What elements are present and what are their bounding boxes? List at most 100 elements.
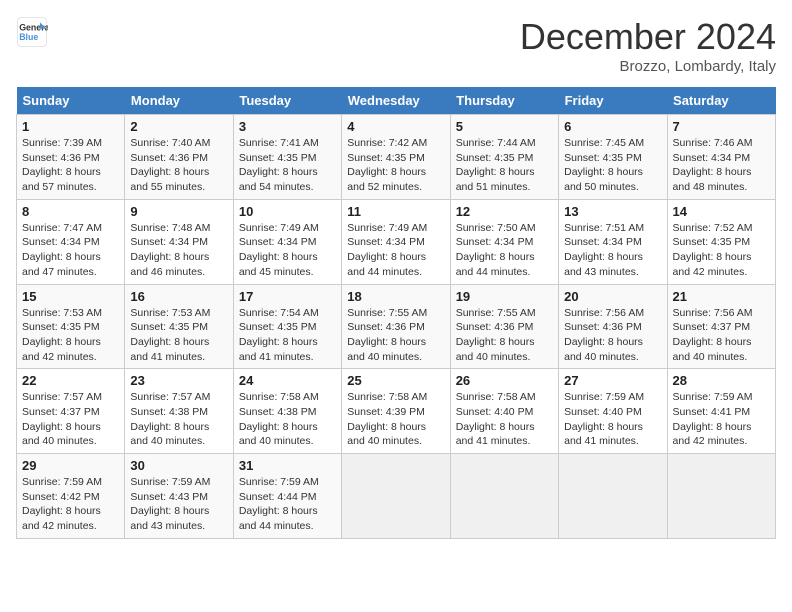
calendar-cell: 19Sunrise: 7:55 AMSunset: 4:36 PMDayligh… (450, 284, 558, 369)
calendar-cell: 14 Sunrise: 7:52 AMSunset: 4:35 PMDayligh… (667, 199, 775, 284)
day-number: 31 (239, 458, 336, 473)
calendar-cell: 4 Sunrise: 7:42 AMSunset: 4:35 PMDaylight… (342, 115, 450, 200)
calendar-cell: 3Sunrise: 7:41 AMSunset: 4:35 PMDaylight… (233, 115, 341, 200)
day-info: Sunrise: 7:53 AMSunset: 4:35 PMDaylight:… (22, 306, 119, 365)
calendar-cell: 6Sunrise: 7:45 AMSunset: 4:35 PMDaylight… (559, 115, 667, 200)
calendar-week-row: 29Sunrise: 7:59 AMSunset: 4:42 PMDayligh… (17, 454, 776, 539)
day-info: Sunrise: 7:58 AMSunset: 4:40 PMDaylight:… (456, 390, 553, 449)
logo: General Blue (16, 16, 48, 48)
calendar-table: SundayMondayTuesdayWednesdayThursdayFrid… (16, 87, 776, 539)
day-info: Sunrise: 7:55 AMSunset: 4:36 PMDaylight:… (456, 306, 553, 365)
calendar-cell: 8 Sunrise: 7:47 AMSunset: 4:34 PMDaylight… (17, 199, 125, 284)
location-subtitle: Brozzo, Lombardy, Italy (520, 58, 776, 75)
day-info: Sunrise: 7:58 AMSunset: 4:39 PMDaylight:… (347, 390, 444, 449)
day-header-friday: Friday (559, 87, 667, 115)
day-info: Sunrise: 7:49 AMSunset: 4:34 PMDaylight:… (239, 221, 336, 280)
calendar-cell (450, 454, 558, 539)
title-area: December 2024 Brozzo, Lombardy, Italy (520, 16, 776, 75)
day-info: Sunrise: 7:39 AMSunset: 4:36 PMDaylight:… (22, 136, 119, 195)
day-number: 21 (673, 289, 770, 304)
day-info: Sunrise: 7:58 AMSunset: 4:38 PMDaylight:… (239, 390, 336, 449)
day-info: Sunrise: 7:52 AMSunset: 4:35 PMDaylight:… (673, 221, 770, 280)
day-info: Sunrise: 7:56 AMSunset: 4:36 PMDaylight:… (564, 306, 661, 365)
day-number: 6 (564, 119, 661, 134)
day-info: Sunrise: 7:51 AMSunset: 4:34 PMDaylight:… (564, 221, 661, 280)
day-number: 24 (239, 373, 336, 388)
day-info: Sunrise: 7:46 AMSunset: 4:34 PMDaylight:… (673, 136, 770, 195)
day-number: 10 (239, 204, 336, 219)
day-number: 4 (347, 119, 444, 134)
day-info: Sunrise: 7:48 AMSunset: 4:34 PMDaylight:… (130, 221, 227, 280)
calendar-cell: 13 Sunrise: 7:51 AMSunset: 4:34 PMDayligh… (559, 199, 667, 284)
day-header-thursday: Thursday (450, 87, 558, 115)
calendar-header-row: SundayMondayTuesdayWednesdayThursdayFrid… (17, 87, 776, 115)
calendar-cell: 30 Sunrise: 7:59 AMSunset: 4:43 PMDayligh… (125, 454, 233, 539)
calendar-cell: 10 Sunrise: 7:49 AMSunset: 4:34 PMDayligh… (233, 199, 341, 284)
day-number: 27 (564, 373, 661, 388)
day-info: Sunrise: 7:49 AMSunset: 4:34 PMDaylight:… (347, 221, 444, 280)
day-info: Sunrise: 7:59 AMSunset: 4:42 PMDaylight:… (22, 475, 119, 534)
day-header-sunday: Sunday (17, 87, 125, 115)
day-info: Sunrise: 7:57 AMSunset: 4:38 PMDaylight:… (130, 390, 227, 449)
day-info: Sunrise: 7:53 AMSunset: 4:35 PMDaylight:… (130, 306, 227, 365)
day-number: 5 (456, 119, 553, 134)
day-info: Sunrise: 7:59 AMSunset: 4:43 PMDaylight:… (130, 475, 227, 534)
calendar-cell: 17 Sunrise: 7:54 AMSunset: 4:35 PMDayligh… (233, 284, 341, 369)
day-number: 16 (130, 289, 227, 304)
calendar-cell: 18Sunrise: 7:55 AMSunset: 4:36 PMDayligh… (342, 284, 450, 369)
day-number: 20 (564, 289, 661, 304)
day-info: Sunrise: 7:42 AMSunset: 4:35 PMDaylight:… (347, 136, 444, 195)
day-info: Sunrise: 7:50 AMSunset: 4:34 PMDaylight:… (456, 221, 553, 280)
svg-text:Blue: Blue (19, 32, 38, 42)
calendar-cell: 15 Sunrise: 7:53 AMSunset: 4:35 PMDayligh… (17, 284, 125, 369)
day-number: 26 (456, 373, 553, 388)
day-header-saturday: Saturday (667, 87, 775, 115)
calendar-cell: 28 Sunrise: 7:59 AMSunset: 4:41 PMDayligh… (667, 369, 775, 454)
calendar-cell: 25 Sunrise: 7:58 AMSunset: 4:39 PMDayligh… (342, 369, 450, 454)
calendar-cell (342, 454, 450, 539)
calendar-cell: 5 Sunrise: 7:44 AMSunset: 4:35 PMDaylight… (450, 115, 558, 200)
calendar-cell: 29Sunrise: 7:59 AMSunset: 4:42 PMDayligh… (17, 454, 125, 539)
logo-icon: General Blue (16, 16, 48, 48)
calendar-cell: 22 Sunrise: 7:57 AMSunset: 4:37 PMDayligh… (17, 369, 125, 454)
calendar-cell: 2Sunrise: 7:40 AMSunset: 4:36 PMDaylight… (125, 115, 233, 200)
calendar-cell (667, 454, 775, 539)
day-number: 23 (130, 373, 227, 388)
day-number: 25 (347, 373, 444, 388)
calendar-week-row: 15 Sunrise: 7:53 AMSunset: 4:35 PMDayligh… (17, 284, 776, 369)
page-header: General Blue December 2024 Brozzo, Lomba… (16, 16, 776, 75)
calendar-week-row: 8 Sunrise: 7:47 AMSunset: 4:34 PMDaylight… (17, 199, 776, 284)
calendar-cell: 20 Sunrise: 7:56 AMSunset: 4:36 PMDayligh… (559, 284, 667, 369)
day-info: Sunrise: 7:59 AMSunset: 4:44 PMDaylight:… (239, 475, 336, 534)
day-info: Sunrise: 7:54 AMSunset: 4:35 PMDaylight:… (239, 306, 336, 365)
day-number: 17 (239, 289, 336, 304)
day-number: 30 (130, 458, 227, 473)
day-number: 15 (22, 289, 119, 304)
day-info: Sunrise: 7:59 AMSunset: 4:41 PMDaylight:… (673, 390, 770, 449)
day-header-tuesday: Tuesday (233, 87, 341, 115)
calendar-cell: 12 Sunrise: 7:50 AMSunset: 4:34 PMDayligh… (450, 199, 558, 284)
day-number: 9 (130, 204, 227, 219)
day-number: 12 (456, 204, 553, 219)
calendar-cell: 11Sunrise: 7:49 AMSunset: 4:34 PMDayligh… (342, 199, 450, 284)
calendar-cell: 31 Sunrise: 7:59 AMSunset: 4:44 PMDayligh… (233, 454, 341, 539)
calendar-cell: 9 Sunrise: 7:48 AMSunset: 4:34 PMDaylight… (125, 199, 233, 284)
day-info: Sunrise: 7:44 AMSunset: 4:35 PMDaylight:… (456, 136, 553, 195)
day-number: 14 (673, 204, 770, 219)
day-number: 22 (22, 373, 119, 388)
day-number: 8 (22, 204, 119, 219)
day-number: 3 (239, 119, 336, 134)
day-number: 28 (673, 373, 770, 388)
calendar-cell (559, 454, 667, 539)
calendar-cell: 24 Sunrise: 7:58 AMSunset: 4:38 PMDayligh… (233, 369, 341, 454)
day-header-wednesday: Wednesday (342, 87, 450, 115)
month-title: December 2024 (520, 16, 776, 58)
calendar-cell: 21Sunrise: 7:56 AMSunset: 4:37 PMDayligh… (667, 284, 775, 369)
day-info: Sunrise: 7:47 AMSunset: 4:34 PMDaylight:… (22, 221, 119, 280)
day-header-monday: Monday (125, 87, 233, 115)
day-number: 7 (673, 119, 770, 134)
day-info: Sunrise: 7:55 AMSunset: 4:36 PMDaylight:… (347, 306, 444, 365)
day-number: 13 (564, 204, 661, 219)
day-info: Sunrise: 7:57 AMSunset: 4:37 PMDaylight:… (22, 390, 119, 449)
calendar-cell: 1Sunrise: 7:39 AMSunset: 4:36 PMDaylight… (17, 115, 125, 200)
